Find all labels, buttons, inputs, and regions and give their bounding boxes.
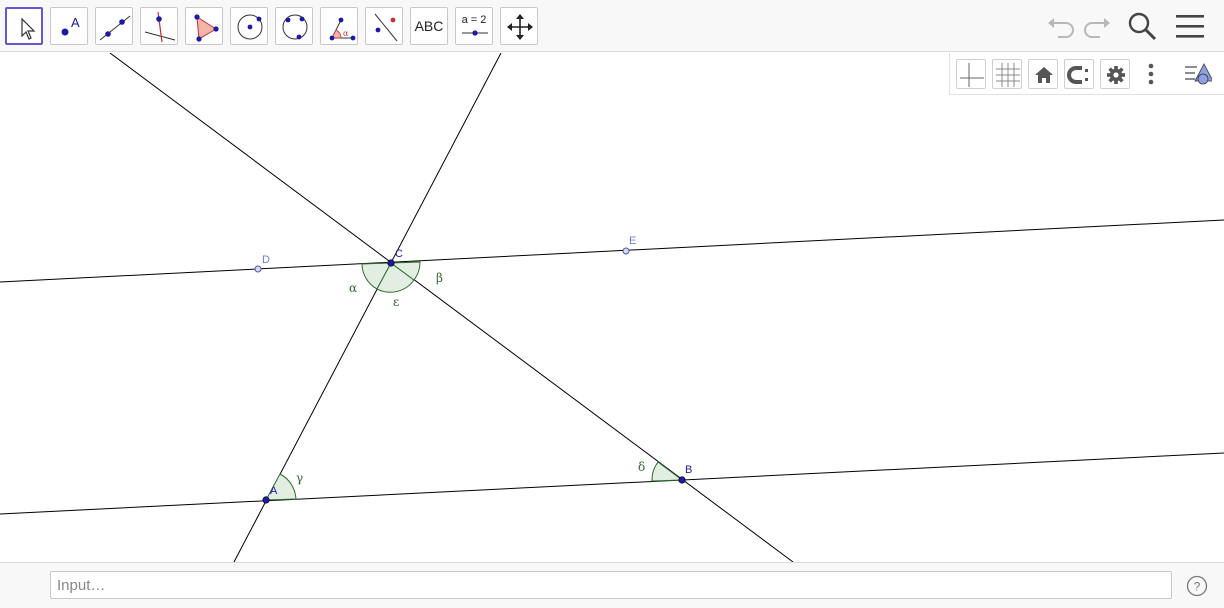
algebra-input[interactable] xyxy=(50,571,1172,599)
line-ab[interactable] xyxy=(0,452,1224,515)
arrow-cursor-icon xyxy=(21,17,36,40)
settings-button[interactable] xyxy=(1100,59,1130,89)
point-c[interactable] xyxy=(387,259,395,267)
point-d[interactable] xyxy=(254,265,262,273)
standard-view-button[interactable] xyxy=(1028,59,1058,89)
perpendicular-line-tool[interactable] xyxy=(140,7,178,45)
point-label-b: B xyxy=(685,464,692,476)
style-bar-icon[interactable] xyxy=(1182,59,1212,89)
point-label-d: D xyxy=(262,254,270,266)
line-icon xyxy=(99,15,131,41)
line-cb[interactable] xyxy=(109,53,794,562)
angle-tool[interactable]: α xyxy=(320,7,358,45)
point-capturing-button[interactable] xyxy=(1064,59,1094,89)
point-icon: A xyxy=(61,15,80,36)
home-icon xyxy=(1035,67,1053,83)
more-vertical-icon[interactable] xyxy=(1136,59,1166,89)
angle-label-epsilon: ε xyxy=(393,295,399,309)
angle-delta-sector[interactable] xyxy=(651,461,684,482)
point-label-e: E xyxy=(629,235,636,247)
svg-text:?: ? xyxy=(1194,580,1201,594)
circle-three-points-tool[interactable] xyxy=(275,7,313,45)
graphics-style-bar xyxy=(949,53,1224,95)
slider-tool[interactable]: a = 2 xyxy=(455,7,493,45)
move-graphics-view-tool[interactable] xyxy=(500,7,538,45)
slider-icon xyxy=(462,30,488,36)
point-label-c: C xyxy=(395,248,403,260)
angle-label-delta: δ xyxy=(638,460,645,474)
search-icon[interactable] xyxy=(1124,8,1160,44)
point-label-a: A xyxy=(270,485,278,497)
move-arrows-icon xyxy=(507,14,533,40)
angle-icon: α xyxy=(329,17,356,41)
move-tool[interactable] xyxy=(5,7,43,45)
grid-toggle[interactable] xyxy=(992,59,1022,89)
input-bar: ? xyxy=(0,562,1224,608)
grid-icon xyxy=(996,63,1020,87)
line-de[interactable] xyxy=(0,219,1224,283)
reflect-about-line-tool[interactable] xyxy=(365,7,403,45)
line-tool[interactable] xyxy=(95,7,133,45)
perpendicular-line-icon xyxy=(144,11,176,43)
svg-text:α: α xyxy=(343,29,349,38)
text-tool-label: ABC xyxy=(414,18,444,34)
polygon-tool[interactable] xyxy=(185,7,223,45)
point-tool-label: A xyxy=(71,15,80,30)
angle-label-alpha: α xyxy=(349,281,357,295)
toolbar: A α ABC a = 2 xyxy=(0,0,1224,52)
point-tool[interactable]: A xyxy=(50,7,88,45)
text-tool[interactable]: ABC xyxy=(410,7,448,45)
point-a[interactable] xyxy=(262,496,270,504)
redo-icon[interactable] xyxy=(1080,8,1116,44)
angle-label-gamma: γ xyxy=(296,471,303,485)
point-e[interactable] xyxy=(622,247,630,255)
point-capturing-icon xyxy=(1067,66,1088,84)
gear-icon xyxy=(1107,66,1125,84)
undo-icon[interactable] xyxy=(1042,8,1078,44)
angle-label-beta: β xyxy=(436,271,443,285)
circle-three-points-icon xyxy=(282,14,308,40)
axes-icon xyxy=(960,63,984,87)
menu-icon[interactable] xyxy=(1172,8,1208,44)
point-b[interactable] xyxy=(678,476,686,484)
polygon-icon xyxy=(194,14,219,42)
reflect-line-icon xyxy=(374,13,398,42)
axes-toggle[interactable] xyxy=(956,59,986,89)
graphics-view[interactable]: α β ε γ δ A B C D E xyxy=(0,53,1224,562)
help-icon[interactable]: ? xyxy=(1186,575,1208,597)
circle-center-point-tool[interactable] xyxy=(230,7,268,45)
circle-icon xyxy=(237,14,263,40)
